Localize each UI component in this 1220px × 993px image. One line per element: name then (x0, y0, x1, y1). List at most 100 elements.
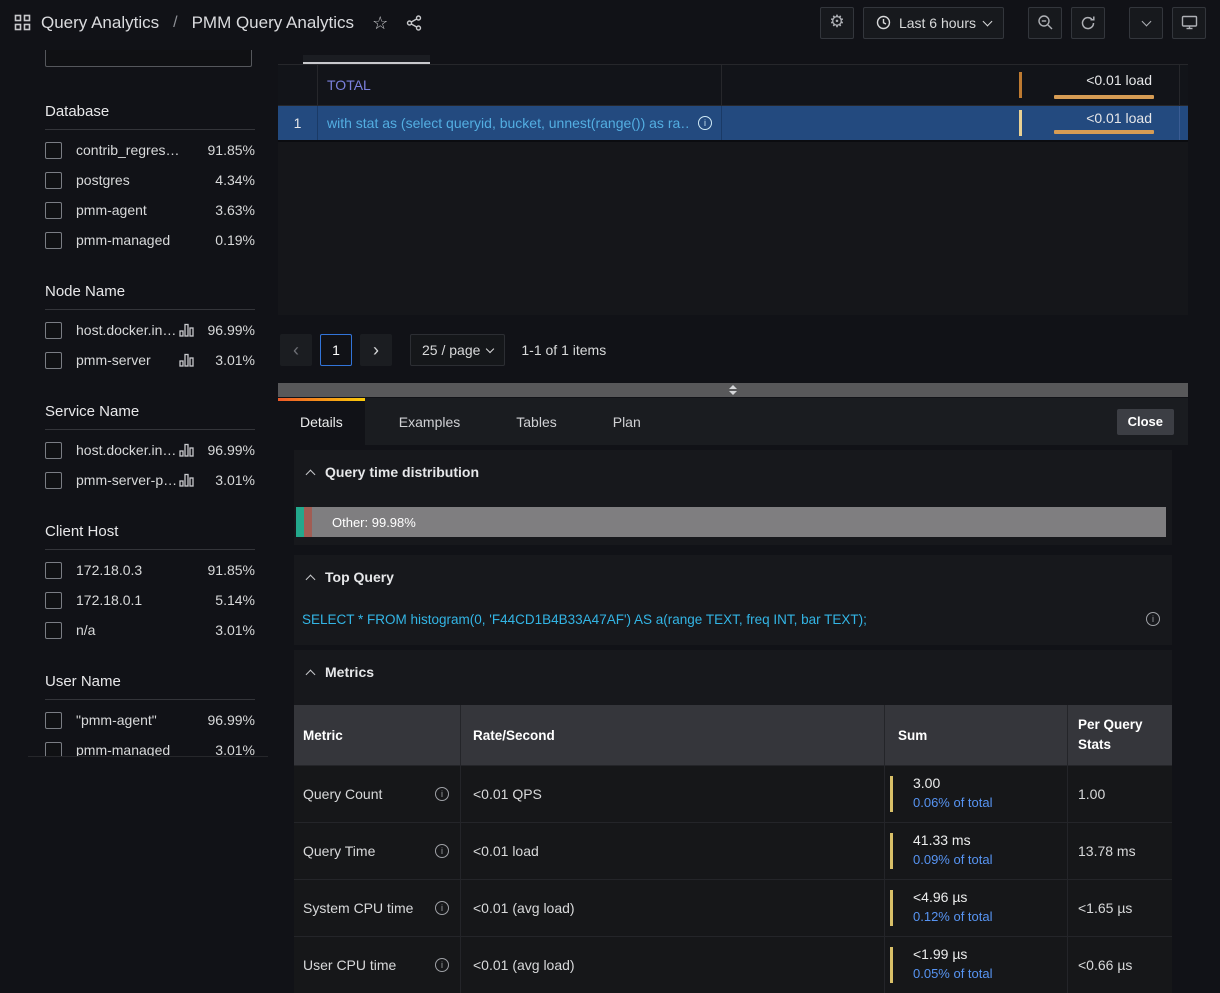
filter-item[interactable]: pmm-agent 3.63% (45, 195, 255, 225)
query-link[interactable]: with stat as (select queryid, bucket, un… (327, 115, 690, 131)
metric-name: User CPU time (303, 957, 396, 973)
metric-percent-link[interactable]: 0.12% of total (898, 909, 993, 924)
metric-percent-link[interactable]: 0.09% of total (898, 852, 993, 867)
refresh-button[interactable] (1071, 7, 1105, 39)
details-panel: Details Examples Tables Plan Close Query… (278, 398, 1188, 963)
table-row-total[interactable]: TOTAL <0.01 load (278, 64, 1188, 106)
filter-section-title: Service Name (45, 403, 255, 421)
filter-item[interactable]: pmm-server 3.01% (45, 345, 255, 375)
metrics-row-query-time: Query Time <0.01 load 41.33 ms 0.09% of … (294, 822, 1172, 879)
checkbox[interactable] (45, 712, 62, 729)
checkbox[interactable] (45, 202, 62, 219)
filter-percent: 96.99% (203, 322, 255, 338)
tab-plan[interactable]: Plan (591, 398, 663, 445)
filter-percent: 3.01% (203, 352, 255, 368)
distribution-segment-other: Other: 99.98% (312, 507, 1166, 537)
filter-item[interactable]: n/a 3.01% (45, 615, 255, 645)
tab-tables[interactable]: Tables (494, 398, 578, 445)
load-cell: <0.01 load (722, 106, 1180, 140)
table-header-remnant[interactable] (303, 55, 430, 64)
sum-sparkline-tick (890, 890, 893, 926)
metrics-row-system-cpu: System CPU time <0.01 (avg load) <4.96 µ… (294, 879, 1172, 936)
filter-item[interactable]: postgres 4.34% (45, 165, 255, 195)
filters-search-input[interactable] (45, 50, 252, 67)
gear-icon: ⚙ (829, 14, 844, 31)
metric-sum: <1.99 µs (898, 946, 967, 962)
info-icon[interactable] (698, 116, 712, 130)
filter-item[interactable]: "pmm-agent" 96.99% (45, 705, 255, 735)
divider (45, 429, 255, 430)
metric-name: System CPU time (303, 900, 413, 916)
checkbox[interactable] (45, 142, 62, 159)
tab-examples[interactable]: Examples (377, 398, 482, 445)
prev-page-button[interactable]: ‹ (280, 334, 312, 366)
collapse-icon[interactable] (306, 574, 316, 584)
metric-percent-link[interactable]: 0.05% of total (898, 966, 993, 981)
filter-section-database: Database contrib_regres… 91.85% postgres… (45, 103, 255, 255)
next-page-button[interactable]: › (360, 334, 392, 366)
metrics-row-user-cpu: User CPU time <0.01 (avg load) <1.99 µs … (294, 936, 1172, 993)
checkbox[interactable] (45, 472, 62, 489)
filter-label: pmm-server (76, 352, 179, 368)
bar-chart-icon[interactable] (179, 473, 194, 487)
filter-item[interactable]: 172.18.0.1 5.14% (45, 585, 255, 615)
share-icon[interactable] (406, 15, 422, 31)
query-table: TOTAL <0.01 load 1 with stat as (select … (278, 64, 1188, 142)
info-icon[interactable] (1146, 612, 1160, 626)
refresh-interval-dropdown[interactable] (1129, 7, 1163, 39)
zoom-out-button[interactable] (1028, 7, 1062, 39)
filter-label: n/a (76, 622, 203, 638)
bar-chart-icon[interactable] (179, 353, 194, 367)
filter-percent: 5.14% (203, 592, 255, 608)
checkbox[interactable] (45, 232, 62, 249)
breadcrumb-parent[interactable]: Query Analytics (41, 13, 159, 33)
dashboard-settings-button[interactable]: ⚙ (820, 7, 854, 39)
refresh-icon (1080, 15, 1096, 31)
load-sparkline-tick (1019, 110, 1022, 136)
info-icon[interactable] (435, 901, 449, 915)
filter-item[interactable]: 172.18.0.3 91.85% (45, 555, 255, 585)
kiosk-mode-button[interactable] (1172, 7, 1206, 39)
filter-item[interactable]: contrib_regres… 91.85% (45, 135, 255, 165)
checkbox[interactable] (45, 742, 62, 758)
main-content: TOTAL <0.01 load 1 with stat as (select … (278, 45, 1188, 963)
collapse-icon[interactable] (306, 469, 316, 479)
checkbox[interactable] (45, 592, 62, 609)
checkbox[interactable] (45, 172, 62, 189)
info-icon[interactable] (435, 844, 449, 858)
checkbox[interactable] (45, 322, 62, 339)
distribution-segment-teal (296, 507, 304, 537)
filter-item[interactable]: pmm-server-p… 3.01% (45, 465, 255, 495)
checkbox[interactable] (45, 562, 62, 579)
page-size-select[interactable]: 25 / page (410, 334, 505, 366)
filter-label: pmm-server-p… (76, 472, 179, 488)
info-icon[interactable] (435, 787, 449, 801)
filter-item[interactable]: host.docker.in… 96.99% (45, 315, 255, 345)
time-range-picker[interactable]: Last 6 hours (863, 7, 1004, 39)
info-icon[interactable] (435, 958, 449, 972)
table-row-selected[interactable]: 1 with stat as (select queryid, bucket, … (278, 106, 1188, 142)
apps-grid-icon[interactable] (14, 14, 31, 31)
chevron-down-icon (1141, 16, 1151, 26)
filter-item[interactable]: pmm-managed 3.01% (45, 735, 255, 757)
distribution-bar: Other: 99.98% (296, 507, 1166, 537)
metrics-table: Metric Rate/Second Sum Per Query Stats Q… (294, 705, 1172, 993)
tab-details[interactable]: Details (278, 398, 365, 445)
panel-resize-handle[interactable] (278, 383, 1188, 397)
monitor-icon (1181, 15, 1198, 30)
bar-chart-icon[interactable] (179, 443, 194, 457)
checkbox[interactable] (45, 352, 62, 369)
filter-item[interactable]: pmm-managed 0.19% (45, 225, 255, 255)
page-1-button[interactable]: 1 (320, 334, 352, 366)
load-value: <0.01 load (1086, 110, 1152, 126)
filter-item[interactable]: host.docker.in… 96.99% (45, 435, 255, 465)
star-icon[interactable]: ☆ (372, 14, 388, 32)
metric-percent-link[interactable]: 0.06% of total (898, 795, 993, 810)
close-button[interactable]: Close (1117, 409, 1174, 435)
total-link[interactable]: TOTAL (327, 77, 371, 93)
bar-chart-icon[interactable] (179, 323, 194, 337)
checkbox[interactable] (45, 622, 62, 639)
collapse-icon[interactable] (306, 669, 316, 679)
load-sparkline-tick (1019, 72, 1022, 98)
checkbox[interactable] (45, 442, 62, 459)
